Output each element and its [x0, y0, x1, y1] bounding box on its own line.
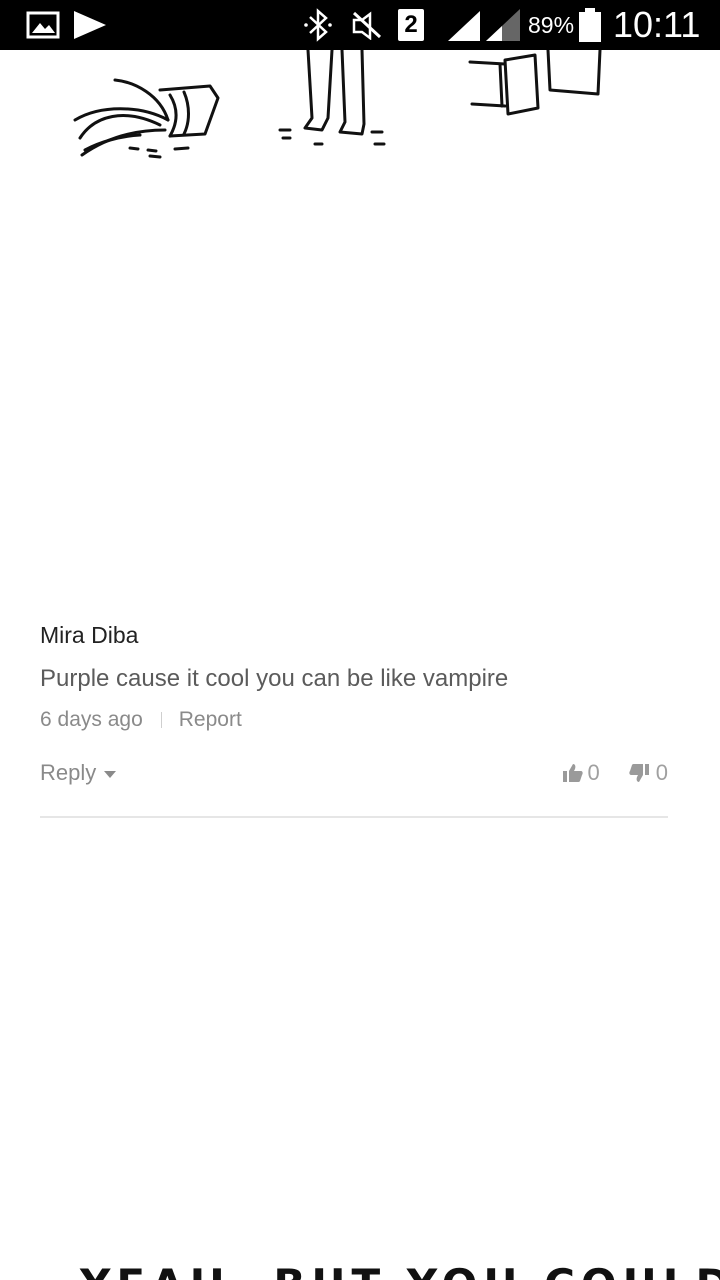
clock: 10:11: [613, 4, 701, 45]
comment-meta: 6 days ago Report: [40, 708, 242, 732]
meta-divider: [160, 712, 162, 728]
bluetooth-icon: [302, 0, 334, 50]
battery-percent: 89%: [528, 11, 575, 38]
comment-timestamp: 6 days ago: [40, 708, 143, 731]
battery-icon: [578, 0, 602, 50]
status-bar: 2 89% 10:11: [0, 0, 720, 50]
sim-slot-icon: 2: [398, 0, 424, 50]
downvote-button[interactable]: 0: [628, 760, 668, 786]
chevron-down-icon: [104, 771, 117, 778]
reply-label: Reply: [40, 760, 97, 785]
comic-image-top: [0, 48, 720, 170]
upvote-button[interactable]: 0: [562, 760, 600, 786]
upvote-count: 0: [587, 760, 600, 785]
image-icon: [26, 0, 60, 50]
mute-icon: [350, 0, 384, 50]
vote-controls: 0 0: [562, 760, 668, 786]
thumbs-down-icon: [628, 763, 650, 783]
reply-button[interactable]: Reply: [40, 760, 117, 786]
comment-text: Purple cause it cool you can be like vam…: [40, 665, 509, 692]
play-store-icon: [72, 0, 108, 50]
comment-divider: [40, 816, 668, 818]
downvote-count: 0: [655, 760, 668, 785]
comment-author[interactable]: Mira Diba: [40, 622, 138, 649]
thumbs-up-icon: [562, 763, 584, 783]
comic-image-bottom: YEAH, BUT YOU COULD BE: [0, 1240, 720, 1280]
report-link[interactable]: Report: [179, 708, 242, 732]
comic-caption: YEAH, BUT YOU COULD BE: [80, 1260, 720, 1280]
signal-icon: [444, 0, 524, 50]
